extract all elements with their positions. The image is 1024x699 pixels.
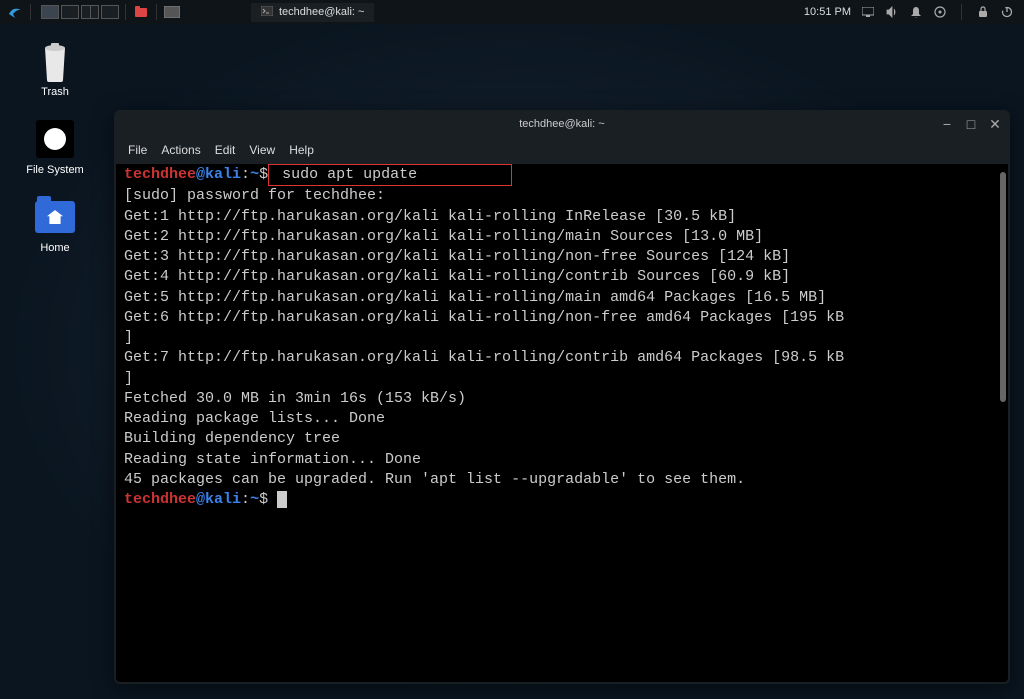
menu-help[interactable]: Help <box>289 143 314 157</box>
output-line: [sudo] password for techdhee: <box>124 186 1000 206</box>
output-line: Get:1 http://ftp.harukasan.org/kali kali… <box>124 207 1000 227</box>
command-highlight: sudo apt update <box>268 164 512 186</box>
files-icon[interactable] <box>132 3 150 21</box>
home-desktop-icon[interactable]: Home <box>20 196 90 254</box>
taskbar-terminal[interactable]: techdhee@kali: ~ <box>251 3 374 22</box>
lock-icon[interactable] <box>976 5 990 19</box>
power-icon[interactable] <box>1000 5 1014 19</box>
output-line: Get:5 http://ftp.harukasan.org/kali kali… <box>124 288 1000 308</box>
prompt-dollar: $ <box>259 491 268 508</box>
prompt-host: kali <box>205 491 241 508</box>
prompt-path: ~ <box>250 166 259 183</box>
taskbar: techdhee@kali: ~ <box>251 3 374 22</box>
output-line: Get:3 http://ftp.harukasan.org/kali kali… <box>124 247 1000 267</box>
output-line: Get:7 http://ftp.harukasan.org/kali kali… <box>124 348 1000 368</box>
output-line: Building dependency tree <box>124 429 1000 449</box>
desktop-icons: Trash File System Home <box>20 40 90 254</box>
prompt-user: techdhee <box>124 491 196 508</box>
prompt-path: ~ <box>250 491 259 508</box>
show-desktop-icon[interactable] <box>163 3 181 21</box>
output-line: Get:4 http://ftp.harukasan.org/kali kali… <box>124 267 1000 287</box>
filesystem-icon <box>34 118 76 160</box>
menu-actions[interactable]: Actions <box>161 143 200 157</box>
volume-icon[interactable] <box>885 5 899 19</box>
taskbar-item-label: techdhee@kali: ~ <box>279 6 364 18</box>
terminal-titlebar[interactable]: techdhee@kali: ~ − □ ✕ <box>114 110 1010 138</box>
updates-icon[interactable] <box>933 5 947 19</box>
scrollbar[interactable] <box>1000 172 1006 402</box>
output-line: Get:6 http://ftp.harukasan.org/kali kali… <box>124 308 1000 328</box>
top-panel: techdhee@kali: ~ 10:51 PM <box>0 0 1024 24</box>
trash-label: Trash <box>41 86 69 98</box>
menu-file[interactable]: File <box>128 143 147 157</box>
menu-view[interactable]: View <box>249 143 275 157</box>
home-label: Home <box>40 242 69 254</box>
filesystem-label: File System <box>26 164 83 176</box>
home-folder-icon <box>34 196 76 238</box>
output-line: Get:2 http://ftp.harukasan.org/kali kali… <box>124 227 1000 247</box>
clock[interactable]: 10:51 PM <box>804 6 851 18</box>
trash-icon <box>34 40 76 82</box>
terminal-window: techdhee@kali: ~ − □ ✕ File Actions Edit… <box>114 110 1010 684</box>
trash-desktop-icon[interactable]: Trash <box>20 40 90 98</box>
workspace-1[interactable] <box>41 5 59 19</box>
minimize-button[interactable]: − <box>940 117 954 131</box>
window-controls: − □ ✕ <box>940 117 1002 131</box>
cursor <box>277 491 287 508</box>
output-line: ] <box>124 328 1000 348</box>
workspace-4[interactable] <box>101 5 119 19</box>
command-text: sudo apt update <box>282 166 417 183</box>
filesystem-desktop-icon[interactable]: File System <box>20 118 90 176</box>
terminal-title: techdhee@kali: ~ <box>519 118 604 130</box>
prompt-host: kali <box>205 166 241 183</box>
output-line: ] <box>124 369 1000 389</box>
workspace-switcher[interactable] <box>41 5 119 19</box>
prompt-at: @ <box>196 166 205 183</box>
output-line: Fetched 30.0 MB in 3min 16s (153 kB/s) <box>124 389 1000 409</box>
notifications-icon[interactable] <box>909 5 923 19</box>
maximize-button[interactable]: □ <box>964 117 978 131</box>
terminal-body[interactable]: techdhee@kali:~$ sudo apt update [sudo] … <box>116 164 1008 682</box>
output-line: 45 packages can be upgraded. Run 'apt li… <box>124 470 1000 490</box>
terminal-content: techdhee@kali:~$ sudo apt update [sudo] … <box>124 164 1000 510</box>
prompt-dollar: $ <box>259 166 268 183</box>
output-line: Reading package lists... Done <box>124 409 1000 429</box>
menu-edit[interactable]: Edit <box>215 143 236 157</box>
terminal-menubar: File Actions Edit View Help <box>114 138 1010 162</box>
prompt-at: @ <box>196 491 205 508</box>
panel-right: 10:51 PM <box>804 4 1024 20</box>
display-icon[interactable] <box>861 5 875 19</box>
workspace-2[interactable] <box>61 5 79 19</box>
close-button[interactable]: ✕ <box>988 117 1002 131</box>
panel-left <box>0 3 181 21</box>
workspace-3[interactable] <box>81 5 99 19</box>
output-line: Reading state information... Done <box>124 450 1000 470</box>
terminal-icon <box>261 6 273 19</box>
kali-logo-icon[interactable] <box>6 3 24 21</box>
prompt-user: techdhee <box>124 166 196 183</box>
